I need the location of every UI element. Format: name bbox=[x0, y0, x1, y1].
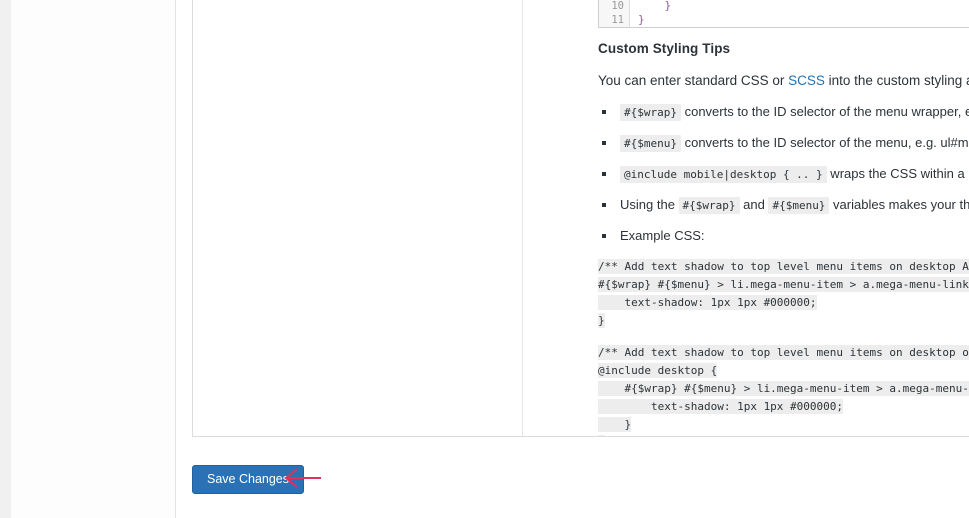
list-item-mid: and bbox=[739, 197, 769, 212]
column-spacer bbox=[177, 0, 191, 518]
line-number: 10 bbox=[599, 0, 630, 13]
settings-form-column bbox=[193, 0, 523, 436]
code-line: } bbox=[598, 434, 969, 436]
intro-text-before: You can enter standard CSS or bbox=[598, 73, 789, 88]
line-number: 11 bbox=[599, 13, 630, 27]
code-editor-line: 11 } bbox=[599, 13, 969, 27]
list-item-text: variables makes your theme portable (all… bbox=[833, 197, 969, 212]
inline-code: #{$menu} bbox=[620, 135, 681, 152]
custom-styling-tips-section: Custom Styling Tips You can enter standa… bbox=[598, 29, 969, 436]
example-code-block-1: /** Add text shadow to top level menu it… bbox=[598, 258, 969, 330]
intro-paragraph: You can enter standard CSS or SCSS into … bbox=[598, 73, 969, 88]
section-heading: Custom Styling Tips bbox=[598, 41, 731, 56]
list-item: #{$menu} converts to the ID selector of … bbox=[598, 135, 969, 152]
list-item-prefix: Using the bbox=[620, 197, 679, 212]
code-line: } bbox=[598, 313, 605, 328]
left-gutter bbox=[0, 0, 11, 518]
settings-panel: 10 } 11 } Custom Styling Tips You can en… bbox=[192, 0, 969, 437]
list-item-text: converts to the ID selector of the menu … bbox=[684, 104, 969, 119]
list-item-text: Example CSS: bbox=[620, 228, 705, 243]
screenshot-root: 10 } 11 } Custom Styling Tips You can en… bbox=[0, 0, 969, 518]
list-item: #{$wrap} converts to the ID selector of … bbox=[598, 104, 969, 121]
code-line: @include desktop { bbox=[598, 363, 718, 378]
inline-code: #{$wrap} bbox=[678, 197, 740, 214]
code-line: /** Add text shadow to top level menu it… bbox=[598, 344, 969, 362]
inline-code: #{$menu} bbox=[768, 197, 830, 214]
code-block-gap bbox=[598, 330, 969, 342]
list-item-text: converts to the ID selector of the menu,… bbox=[684, 135, 969, 150]
admin-menu-column bbox=[11, 0, 176, 518]
code-line: #{$wrap} #{$menu} > li.mega-menu-item > … bbox=[598, 380, 969, 398]
documentation-column: 10 } 11 } Custom Styling Tips You can en… bbox=[524, 0, 969, 436]
save-changes-button[interactable]: Save Changes bbox=[192, 465, 305, 494]
inline-code: #{$wrap} bbox=[620, 104, 681, 121]
code-line: text-shadow: 1px 1px #000000; bbox=[598, 399, 844, 414]
line-code: } bbox=[638, 13, 645, 26]
code-editor-line: 10 } bbox=[599, 0, 969, 13]
list-item: @include mobile|desktop { .. } wraps the… bbox=[598, 166, 969, 183]
line-code: } bbox=[638, 0, 672, 12]
list-item: Example CSS: bbox=[598, 228, 969, 244]
code-line: } bbox=[598, 417, 632, 432]
code-line: #{$wrap} #{$menu} > li.mega-menu-item > … bbox=[598, 276, 969, 294]
custom-styling-code-editor[interactable]: 10 } 11 } bbox=[598, 0, 969, 28]
list-item-text: wraps the CSS within a media query based bbox=[830, 166, 969, 181]
inline-code: @include mobile|desktop { .. } bbox=[620, 166, 827, 183]
code-line: text-shadow: 1px 1px #000000; bbox=[598, 295, 817, 310]
tips-list: #{$wrap} converts to the ID selector of … bbox=[598, 104, 969, 244]
list-item: Using the #{$wrap} and #{$menu} variable… bbox=[598, 197, 969, 214]
scss-link[interactable]: SCSS bbox=[788, 73, 825, 88]
intro-text-after: into the custom styling area. If using S bbox=[828, 73, 969, 88]
example-code-block-2: /** Add text shadow to top level menu it… bbox=[598, 344, 969, 436]
code-line: /** Add text shadow to top level menu it… bbox=[598, 258, 969, 276]
